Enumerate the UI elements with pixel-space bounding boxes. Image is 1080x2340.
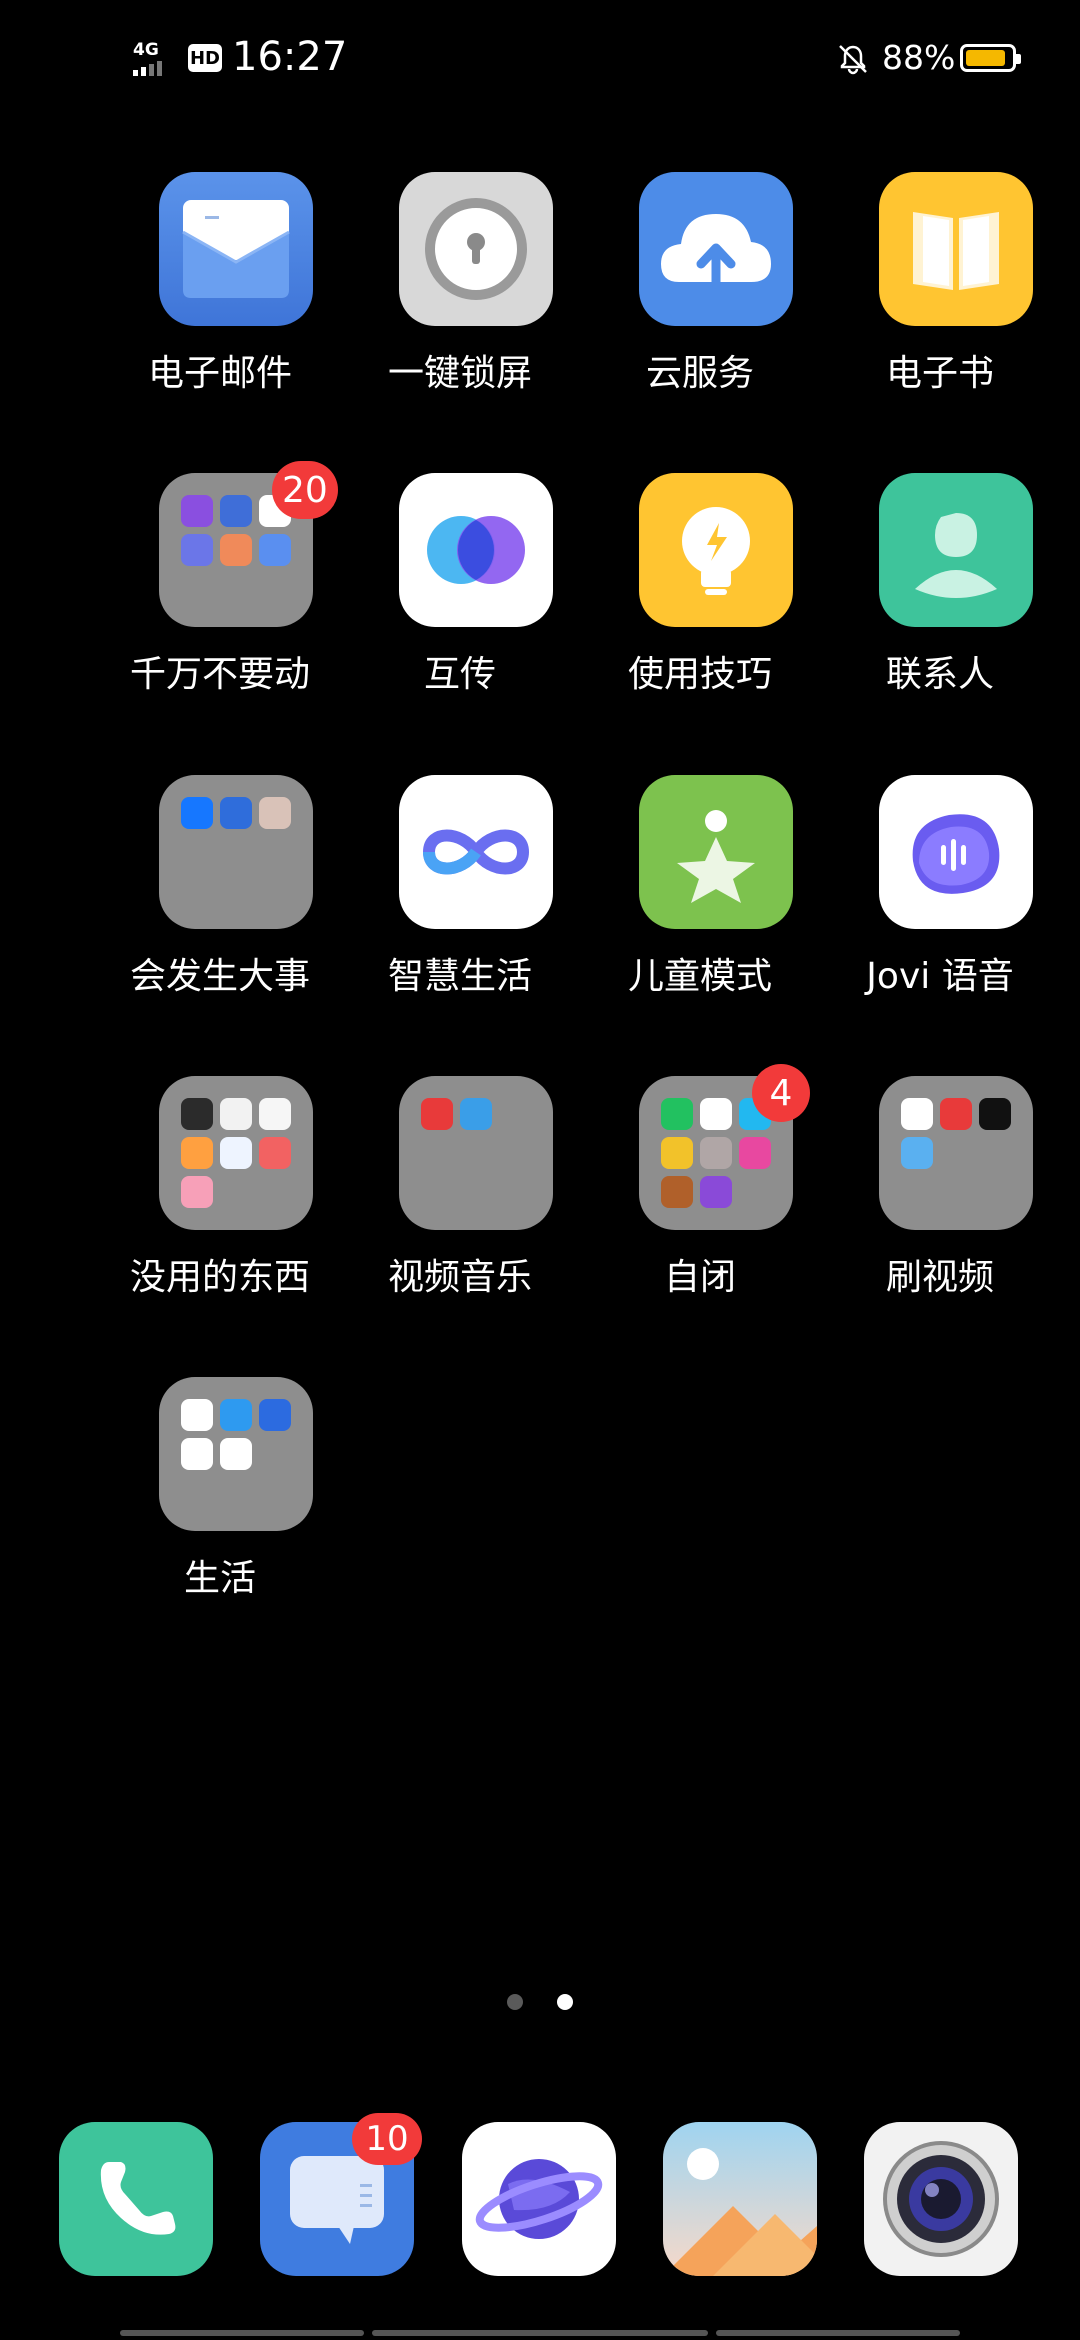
lock-screen-icon [399, 172, 553, 326]
folder-meiyong-dongxi[interactable]: 没用的东西 [100, 1076, 340, 1316]
mail-icon [159, 172, 313, 326]
notification-badge: 10 [352, 2113, 422, 2165]
app-label: 使用技巧 [627, 654, 772, 695]
folder-qianwan-buyaodong[interactable]: 20 千万不要动 [100, 461, 340, 713]
child-star-icon [639, 775, 793, 929]
notification-badge: 4 [752, 1064, 810, 1122]
app-email[interactable]: 电子邮件 [100, 172, 340, 412]
app-contacts[interactable]: 联系人 [820, 473, 1060, 713]
app-label: 联系人 [885, 654, 994, 695]
app-kids-mode[interactable]: 儿童模式 [580, 775, 820, 1015]
folder-shua-shipin[interactable]: 刷视频 [820, 1076, 1060, 1316]
app-label: 云服务 [645, 353, 754, 394]
notification-badge: 20 [272, 461, 338, 519]
phone-icon [100, 2162, 176, 2235]
folder-icon [399, 1076, 553, 1230]
mute-bell-icon [839, 45, 867, 75]
battery-percent: 88% [882, 38, 956, 77]
app-label: 刷视频 [885, 1257, 994, 1298]
voice-assistant-icon [879, 775, 1033, 929]
app-lock-screen[interactable]: 一键锁屏 [340, 172, 580, 412]
folder-icon [879, 1076, 1033, 1230]
app-label: 电子邮件 [147, 353, 292, 394]
app-tips[interactable]: 使用技巧 [580, 473, 820, 713]
app-label: 一键锁屏 [387, 353, 532, 394]
page-dot-2-active[interactable] [557, 1994, 573, 2010]
contacts-icon [879, 473, 1033, 627]
nav-segment-center[interactable] [372, 2330, 708, 2336]
app-label: Jovi 语音 [866, 956, 1014, 997]
gallery-icon [663, 2148, 817, 2276]
app-label: 自闭 [663, 1257, 736, 1298]
app-label: 没用的东西 [129, 1257, 310, 1298]
dock-gallery[interactable] [663, 2122, 817, 2276]
lightbulb-icon [639, 473, 793, 627]
battery-icon [960, 44, 1021, 72]
nav-segment-right[interactable] [716, 2330, 960, 2336]
book-icon [879, 172, 1033, 326]
nav-segment-left[interactable] [120, 2330, 364, 2336]
folder-icon [159, 775, 313, 929]
page-dot-1[interactable] [507, 1994, 523, 2010]
folder-zibi[interactable]: 4 自闭 [580, 1064, 820, 1316]
hd-icon: HD [188, 44, 222, 72]
app-label: 智慧生活 [387, 956, 532, 997]
folder-shenghuo[interactable]: 生活 [100, 1377, 340, 1617]
app-jovi-voice[interactable]: Jovi 语音 [820, 775, 1060, 1015]
signal-icon: 4G [133, 40, 183, 76]
app-label: 会发生大事 [129, 956, 310, 997]
folder-icon [159, 1076, 313, 1230]
app-ebook[interactable]: 电子书 [820, 172, 1060, 412]
app-cloud-service[interactable]: 云服务 [580, 172, 820, 412]
app-label: 视频音乐 [387, 1257, 532, 1298]
network-type: 4G [133, 40, 159, 60]
folder-shipin-yinyue[interactable]: 视频音乐 [340, 1076, 580, 1316]
app-transfer[interactable]: 互传 [340, 473, 580, 713]
dock-phone[interactable] [59, 2122, 213, 2276]
cloud-upload-icon [639, 172, 793, 326]
camera-icon [883, 2141, 999, 2257]
clock: 16:27 [232, 34, 348, 80]
folder-huifasheng-dashi[interactable]: 会发生大事 [100, 775, 340, 1015]
share-transfer-icon [399, 473, 553, 627]
dock-camera[interactable] [864, 2122, 1018, 2276]
app-label: 电子书 [885, 353, 994, 394]
app-label: 生活 [183, 1558, 256, 1599]
app-smart-life[interactable]: 智慧生活 [340, 775, 580, 1015]
folder-icon [159, 1377, 313, 1531]
infinity-icon [399, 775, 553, 929]
app-label: 儿童模式 [627, 956, 772, 997]
planet-browser-icon [475, 2159, 603, 2239]
status-bar: 4G HD 16:27 88% [0, 0, 1080, 120]
app-label: 千万不要动 [129, 654, 310, 695]
app-label: 互传 [423, 654, 496, 695]
dock-browser[interactable] [462, 2122, 616, 2276]
